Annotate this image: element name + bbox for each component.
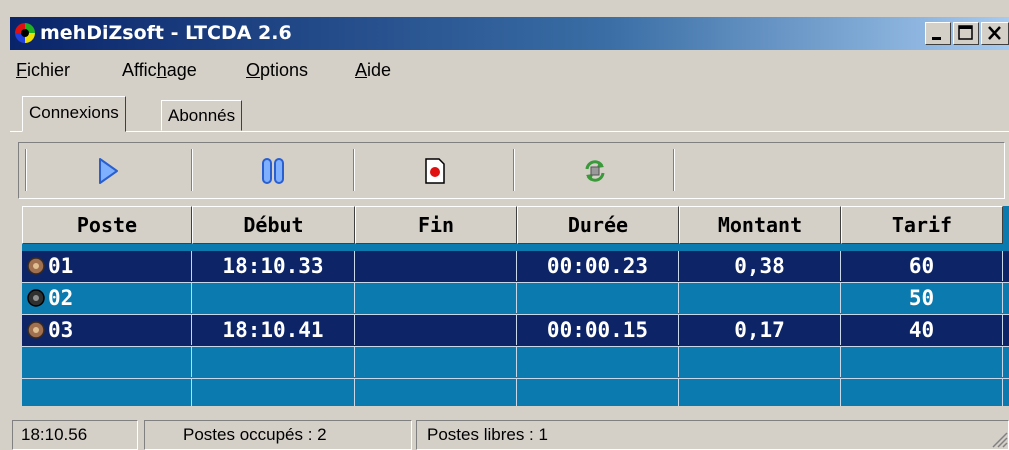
refresh-icon [585,159,605,182]
station-active-icon [27,321,45,339]
empty-cell [679,347,841,377]
refresh-button[interactable] [516,145,674,196]
minimize-button[interactable] [925,22,951,45]
tab-strip: Connexions Abonnés [10,90,1009,132]
cell-tarif: 50 [841,283,1003,313]
table-row[interactable]: 02 50 [22,283,1009,314]
cell-debut [192,283,355,313]
cell-fin [355,283,517,313]
window-title: mehDiZsoft - LTCDA 2.6 [40,22,292,44]
empty-cell [192,379,355,406]
menu-options[interactable]: Options [246,60,308,81]
cell-tarif: 40 [841,315,1003,345]
play-button[interactable] [29,145,187,196]
empty-row [22,347,1009,378]
cell-debut: 18:10.41 [192,315,355,345]
title-bar: mehDiZsoft - LTCDA 2.6 [10,17,1009,50]
minimize-icon [932,37,941,40]
empty-cell [517,379,679,406]
empty-row [22,379,1009,406]
empty-cell [355,347,517,377]
close-button[interactable] [981,22,1009,45]
cell-fin [355,251,517,281]
empty-cell [22,379,192,406]
menu-bar: Fichier Affichage Options Aide [10,50,1009,90]
table-row[interactable]: 01 18:10.33 00:00.23 0,38 60 [22,251,1009,282]
record-button[interactable] [356,145,514,196]
menu-aide[interactable]: Aide [355,60,391,81]
pause-icon [262,157,284,184]
toolbar-separator [25,149,27,191]
maximize-icon [958,25,973,40]
status-free: Postes libres : 1 [416,420,1009,450]
cell-duree: 00:00.15 [517,315,679,345]
toolbar-separator [191,149,193,191]
empty-cell [517,347,679,377]
cell-tarif: 60 [841,251,1003,281]
cell-duree [517,283,679,313]
record-icon [425,157,445,184]
play-icon [99,157,118,184]
column-header-debut[interactable]: Début [192,206,355,244]
table-row[interactable]: 03 18:10.41 00:00.15 0,17 40 [22,315,1009,346]
pause-button[interactable] [194,145,352,196]
menu-fichier[interactable]: Fichier [16,60,70,81]
column-header-tarif[interactable]: Tarif [841,206,1003,244]
column-header-duree[interactable]: Durée [517,206,679,244]
cell-montant: 0,17 [679,315,841,345]
status-time: 18:10.56 [12,420,138,450]
station-idle-icon [27,289,45,307]
menu-affichage[interactable]: Affichage [122,60,197,81]
cell-poste: 02 [22,283,192,313]
toolbar-separator [513,149,515,191]
status-occupied: Postes occupés : 2 [144,420,412,450]
tab-connexions[interactable]: Connexions [22,96,126,132]
app-icon [15,23,35,43]
toolbar-separator [353,149,355,191]
cell-montant: 0,38 [679,251,841,281]
connections-table: Poste Début Fin Durée Montant Tarif 01 1… [22,206,1009,406]
resize-grip-icon[interactable] [990,430,1008,448]
cell-debut: 18:10.33 [192,251,355,281]
close-icon [988,26,1001,40]
cell-poste: 01 [22,251,192,281]
toolbar-separator [673,149,675,191]
cell-duree: 00:00.23 [517,251,679,281]
station-active-icon [27,257,45,275]
column-header-poste[interactable]: Poste [22,206,192,244]
cell-fin [355,315,517,345]
toolbar [18,142,1005,199]
maximize-button[interactable] [953,22,979,45]
empty-cell [679,379,841,406]
cell-montant [679,283,841,313]
tab-abonnes[interactable]: Abonnés [161,100,243,131]
status-bar: 18:10.56 Postes occupés : 2 Postes libre… [10,418,1009,450]
cell-poste: 03 [22,315,192,345]
column-header-fin[interactable]: Fin [355,206,517,244]
tab-divider [10,131,1009,132]
column-header-montant[interactable]: Montant [679,206,841,244]
empty-cell [22,347,192,377]
empty-cell [192,347,355,377]
empty-cell [841,379,1003,406]
empty-cell [841,347,1003,377]
empty-cell [355,379,517,406]
